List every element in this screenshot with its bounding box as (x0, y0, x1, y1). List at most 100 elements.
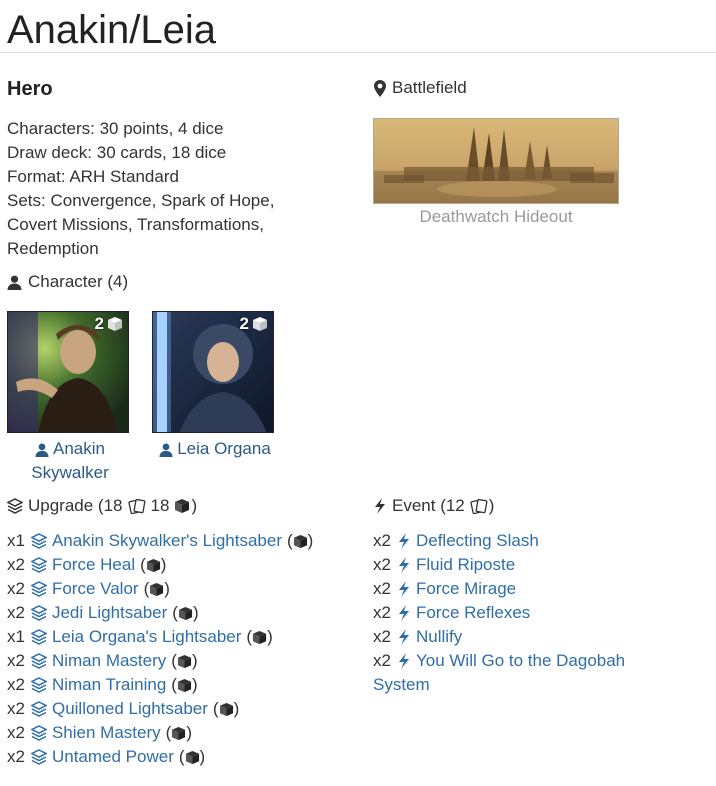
die-icon (146, 558, 160, 572)
event-card-link[interactable]: Force Reflexes (416, 603, 530, 623)
upgrade-qty: x2 (7, 579, 25, 598)
event-header-suffix: ) (488, 496, 495, 515)
upgrade-qty: x2 (7, 651, 25, 670)
character-card-anakin[interactable]: 2 (7, 311, 129, 433)
deck-title: Anakin/Leia (7, 8, 217, 52)
layers-icon (30, 725, 47, 741)
event-card-link[interactable]: You Will Go to the Dagobah (416, 651, 625, 671)
lightning-bolt-icon (375, 498, 385, 514)
anakin-name-line2[interactable]: Skywalker (31, 463, 108, 482)
upgrade-card-link[interactable]: Niman Training (52, 675, 166, 695)
deck-info: Characters: 30 points, 4 dice Draw deck:… (7, 117, 307, 261)
upgrade-row: x2 Force Valor() (7, 577, 313, 601)
leia-name-link[interactable]: Leia Organa (152, 437, 278, 461)
event-header-prefix: Event (12 (392, 496, 465, 515)
upgrade-dice-marker: () (165, 723, 192, 742)
upgrade-card-link[interactable]: Untamed Power (52, 747, 174, 767)
layers-icon (30, 605, 47, 621)
upgrade-qty: x2 (7, 699, 25, 718)
battlefield-image[interactable] (373, 118, 619, 204)
die-icon (253, 317, 267, 331)
upgrade-row: x2 Shien Mastery() (7, 721, 313, 745)
person-icon (35, 443, 49, 457)
event-wrap-line[interactable]: System (373, 673, 430, 697)
person-icon (7, 275, 22, 290)
event-card-link[interactable]: Fluid Riposte (416, 555, 515, 575)
layers-icon (30, 581, 47, 597)
event-list: x2 Deflecting Slash x2 Fluid Riposte x2 Force… (373, 529, 625, 673)
event-card-link[interactable]: Nullify (416, 627, 462, 647)
event-row: x2 Force Reflexes (373, 601, 625, 625)
upgrade-card-link[interactable]: Anakin Skywalker's Lightsaber (52, 531, 282, 551)
battlefield-name: Deathwatch Hideout (419, 207, 573, 226)
upgrade-dice-marker: () (171, 651, 198, 670)
die-icon (219, 702, 233, 716)
event-qty: x2 (373, 627, 391, 646)
event-card-link[interactable]: Force Mirage (416, 579, 516, 599)
die-icon (178, 606, 193, 620)
upgrade-card-link[interactable]: Niman Mastery (52, 651, 166, 671)
layers-icon (30, 629, 47, 645)
leia-dice-value: 2 (239, 314, 249, 333)
upgrade-qty: x2 (7, 723, 25, 742)
event-qty: x2 (373, 531, 391, 550)
die-icon (172, 726, 186, 740)
info-line: Characters: 30 points, 4 dice (7, 119, 224, 138)
layers-icon (30, 749, 47, 765)
leia-name-line1[interactable]: Leia Organa (177, 439, 271, 458)
layers-icon (30, 701, 47, 717)
upgrade-row: x2 Niman Mastery () (7, 649, 313, 673)
upgrade-qty: x2 (7, 555, 25, 574)
upgrade-list: x1 Anakin Skywalker's Lightsaber () x2 Force… (7, 529, 313, 769)
upgrade-row: x2 Niman Training () (7, 673, 313, 697)
event-header: Event (12 ) (373, 496, 494, 516)
lightning-bolt-icon (398, 557, 409, 573)
upgrade-row: x2 Untamed Power() (7, 745, 313, 769)
upgrade-row: x2 Jedi Lightsaber () (7, 601, 313, 625)
anakin-dice-count: 2 (95, 314, 123, 334)
event-row: x2 You Will Go to the Dagobah (373, 649, 625, 673)
layers-icon (7, 498, 23, 514)
die-icon (293, 534, 307, 548)
upgrade-header-prefix: Upgrade (18 (28, 496, 123, 515)
upgrade-row: x1 Leia Organa's Lightsaber () (7, 625, 313, 649)
upgrade-card-link[interactable]: Quilloned Lightsaber (52, 699, 208, 719)
upgrade-header-dice: 18 (150, 496, 170, 515)
upgrade-qty: x2 (7, 603, 25, 622)
event-qty: x2 (373, 651, 391, 670)
upgrade-card-link[interactable]: Shien Mastery (52, 723, 161, 743)
info-line: Redemption (7, 239, 99, 258)
upgrade-dice-marker: () (178, 747, 206, 766)
upgrade-row: x1 Anakin Skywalker's Lightsaber () (7, 529, 313, 553)
upgrade-card-link[interactable]: Force Valor (52, 579, 139, 599)
die-icon (185, 750, 199, 764)
upgrade-qty: x2 (7, 675, 25, 694)
lightning-bolt-icon (398, 533, 409, 549)
person-icon (159, 443, 173, 457)
upgrade-qty: x1 (7, 531, 25, 550)
event-qty: x2 (373, 603, 391, 622)
upgrade-dice-marker: () (287, 531, 314, 550)
upgrade-dice-marker: () (172, 603, 199, 622)
event-card-link[interactable]: Deflecting Slash (416, 531, 539, 551)
anakin-name-link[interactable]: Anakin Skywalker (7, 437, 133, 485)
upgrade-card-link[interactable]: Force Heal (52, 555, 135, 575)
title-divider (0, 52, 716, 53)
leia-dice-count: 2 (240, 314, 268, 334)
anakin-name-line1[interactable]: Anakin (53, 439, 105, 458)
lightning-bolt-icon (398, 629, 409, 645)
upgrade-card-link[interactable]: Leia Organa's Lightsaber (52, 627, 241, 647)
event-qty: x2 (373, 579, 391, 598)
affiliation-heading: Hero (7, 78, 53, 100)
battlefield-header-label: Battlefield (392, 78, 467, 97)
upgrade-card-link[interactable]: Jedi Lightsaber (52, 603, 167, 623)
cards-icon (470, 498, 488, 514)
lightning-bolt-icon (398, 653, 409, 669)
character-header-label: Character (4) (28, 272, 129, 291)
die-icon (175, 499, 190, 513)
die-icon (253, 630, 267, 644)
layers-icon (30, 653, 47, 669)
character-card-leia[interactable]: 2 (152, 311, 274, 433)
event-name-continued[interactable]: System (373, 675, 430, 694)
battlefield-header: Battlefield (374, 78, 467, 98)
